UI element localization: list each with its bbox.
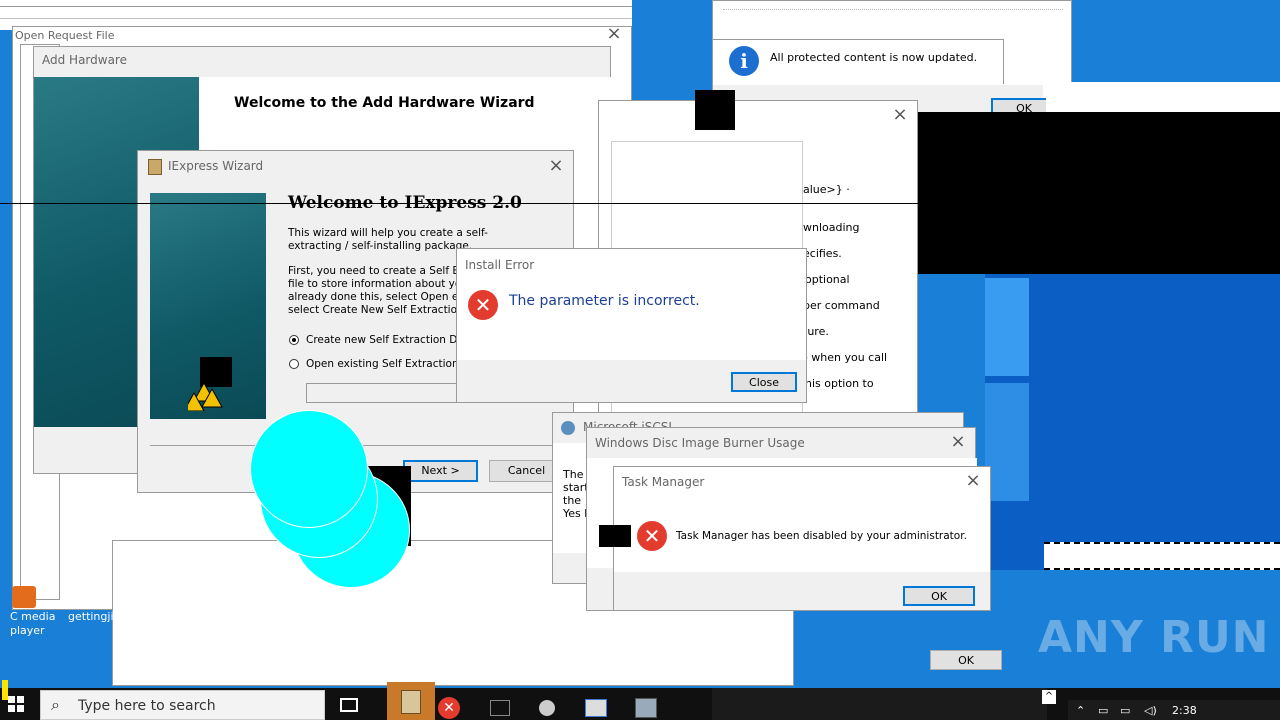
help-text: ecifies. (803, 247, 842, 260)
glitch-block (918, 112, 1280, 274)
background-ok-button[interactable]: OK (930, 650, 1002, 670)
dotted-header (723, 9, 1063, 24)
desktop-window-logo-lower (985, 383, 1029, 501)
radio-open-existing[interactable] (289, 359, 299, 369)
glitch-circle (250, 410, 368, 528)
top-strip-lines (0, 6, 632, 7)
white-band (1044, 542, 1280, 570)
search-icon: ⌕ (51, 695, 60, 714)
update-message: All protected content is now updated. (770, 51, 978, 64)
install-error-dialog[interactable]: Install Error ✕ The parameter is incorre… (456, 248, 807, 403)
error-message: The parameter is incorrect. (509, 293, 700, 309)
top-strip-lines (0, 18, 632, 19)
glitch-block (599, 525, 631, 547)
window-title: Install Error (465, 258, 535, 272)
app-icon (148, 159, 162, 175)
radio-create-new[interactable] (289, 335, 299, 345)
close-icon[interactable]: × (947, 431, 969, 453)
taskbar-image-icon[interactable] (635, 698, 657, 718)
clock[interactable]: 2:38 (1172, 704, 1197, 717)
close-icon[interactable]: × (889, 104, 911, 126)
help-text: his option to (805, 377, 874, 390)
info-icon: i (729, 46, 759, 76)
iscsi-line: the (563, 494, 582, 507)
display-icon[interactable]: ▭ (1120, 704, 1130, 717)
search-box[interactable]: ⌕ Type here to search (40, 690, 325, 720)
archive-icon (401, 690, 421, 714)
radio-open-label: Open existing Self Extraction Dir (306, 358, 478, 370)
close-icon[interactable]: × (962, 470, 984, 492)
taskbar-app-active[interactable] (387, 682, 435, 720)
error-icon: ✕ (468, 290, 498, 320)
taskbar-chevron-up-icon[interactable]: ^ (1042, 690, 1056, 704)
window-title: Open Request File (15, 29, 115, 42)
next-button[interactable]: Next > (403, 460, 478, 482)
taskbar-window-icon[interactable] (585, 699, 607, 717)
task-view-icon[interactable] (340, 698, 358, 712)
window-title: Add Hardware (42, 53, 127, 67)
iscsi-line: start (563, 481, 589, 494)
desktop-wallpaper-right (985, 270, 1280, 570)
ok-button[interactable]: OK (903, 586, 975, 606)
desktop-icon-label: C media player (10, 610, 56, 637)
iscsi-line: The (563, 468, 584, 481)
search-placeholder: Type here to search (78, 698, 216, 714)
window-title: Windows Disc Image Burner Usage (595, 436, 805, 450)
task-manager-dialog[interactable]: Task Manager × ✕ Task Manager has been d… (613, 466, 991, 611)
help-text: optional (805, 273, 850, 286)
help-text: per command (803, 299, 880, 312)
taskbar-yellow-mark (2, 680, 8, 700)
media-player-icon (12, 586, 36, 608)
wizard-heading: Welcome to the Add Hardware Wizard (234, 95, 535, 111)
desktop-icon-getting[interactable]: gettingji (68, 610, 114, 623)
help-text: e when you call (801, 351, 888, 364)
close-button[interactable]: Close (731, 372, 797, 392)
close-icon[interactable]: × (603, 23, 625, 45)
window-title: IExpress Wizard (168, 159, 264, 173)
white-bar (1046, 82, 1280, 112)
wizard-warning-icon (183, 357, 232, 412)
watermark: ANY RUN (1038, 612, 1270, 663)
window-title: Task Manager (622, 475, 705, 489)
taskbar-gap (712, 688, 1047, 720)
help-text: alue>} · (803, 183, 850, 196)
close-icon[interactable]: × (545, 155, 567, 177)
desktop-icon-media-player[interactable]: C media player (8, 586, 64, 640)
tray-chevron-icon[interactable]: ⌃ (1076, 704, 1085, 717)
task-manager-message: Task Manager has been disabled by your a… (676, 530, 967, 542)
warning-stack-icon (183, 357, 232, 412)
glitch-line (0, 203, 920, 204)
help-text: wnloading (803, 221, 860, 234)
iscsi-icon (561, 421, 575, 435)
radio-create-label: Create new Self Extraction Direc (306, 334, 477, 346)
desktop-window-logo (985, 278, 1029, 376)
taskbar-error-icon[interactable]: ✕ (438, 697, 460, 719)
volume-icon[interactable]: ◁) (1144, 704, 1157, 717)
error-icon: ✕ (637, 521, 667, 551)
glitch-square (695, 90, 735, 130)
taskbar-disc-icon[interactable] (539, 700, 555, 716)
network-icon[interactable]: ▭ (1098, 704, 1108, 717)
windows-logo-icon (8, 696, 24, 712)
taskbar-monitor-icon[interactable] (490, 700, 510, 716)
